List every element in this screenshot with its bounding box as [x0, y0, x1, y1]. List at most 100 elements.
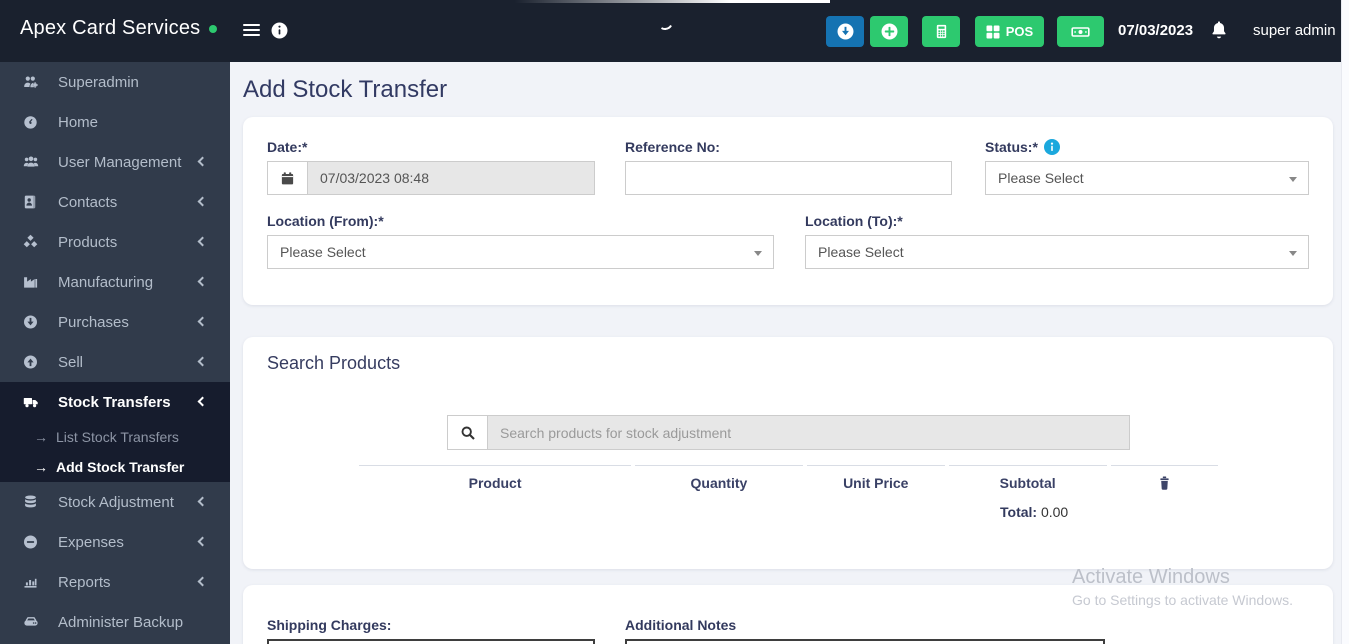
sidebar-item-purchases[interactable]: Purchases	[0, 302, 230, 342]
plus-circle-icon	[881, 23, 897, 40]
calculator-icon	[936, 24, 946, 39]
plus-circle-button[interactable]	[870, 16, 908, 47]
money-button[interactable]	[1057, 16, 1104, 47]
status-select[interactable]: Please Select	[985, 161, 1309, 195]
brand-link[interactable]: Apex Card Services	[20, 17, 218, 40]
user-menu[interactable]: super admin	[1253, 22, 1336, 39]
chevron-down-icon	[754, 251, 762, 256]
page-loading-bar	[0, 0, 830, 3]
sidebar-item-user-management[interactable]: User Management	[0, 142, 230, 182]
database-icon	[22, 494, 44, 510]
total-row: Total: 0.00	[1000, 504, 1068, 520]
sidebar-item-expenses[interactable]: Expenses	[0, 522, 230, 562]
users-icon	[22, 154, 44, 170]
product-search-input[interactable]	[487, 415, 1130, 450]
chevron-left-icon	[197, 396, 208, 407]
pos-button[interactable]: POS	[975, 16, 1044, 47]
address-book-icon	[22, 194, 44, 210]
search-products-card: Search Products Product Quantity Unit Pr…	[243, 337, 1333, 569]
col-header-unit-price: Unit Price	[806, 465, 945, 494]
search-products-heading: Search Products	[267, 353, 401, 373]
location-from-label: Location (From):*	[267, 213, 384, 229]
cubes-icon	[22, 234, 44, 250]
arrow-circle-up-icon	[22, 354, 44, 370]
status-select-value: Please Select	[998, 170, 1084, 186]
loading-spinner	[655, 12, 675, 32]
money-icon	[1071, 26, 1090, 37]
sidebar-item-label: Expenses	[58, 533, 124, 551]
bell-icon[interactable]	[1210, 20, 1228, 44]
brand-title: Apex Card Services	[20, 17, 201, 39]
sidebar-nav: Superadmin Home User Management Contacts…	[0, 62, 230, 644]
arrow-right-icon: →	[34, 459, 48, 475]
col-header-product: Product	[359, 465, 632, 494]
scrollbar[interactable]	[1341, 0, 1349, 644]
sidebar-item-label: Stock Adjustment	[58, 493, 174, 511]
arrow-circle-down-icon	[837, 23, 853, 40]
sidebar-item-administer-backup[interactable]: Administer Backup	[0, 602, 230, 642]
date-input[interactable]	[307, 161, 595, 195]
users-gear-icon	[22, 74, 44, 90]
sidebar-item-label: Purchases	[58, 313, 129, 331]
sidebar-subitem-add-stock-transfer[interactable]: → Add Stock Transfer	[0, 452, 230, 482]
chevron-down-icon	[1289, 177, 1297, 182]
minus-circle-icon	[22, 534, 44, 550]
chevron-left-icon	[197, 536, 208, 547]
sidebar-item-manufacturing[interactable]: Manufacturing	[0, 262, 230, 302]
info-icon[interactable]	[271, 22, 288, 44]
arrow-right-icon: →	[34, 429, 48, 445]
location-from-select[interactable]: Please Select	[267, 235, 774, 269]
truck-icon	[22, 394, 44, 410]
pos-button-label: POS	[1005, 24, 1034, 39]
sidebar-item-label: Reports	[58, 573, 111, 591]
location-to-select[interactable]: Please Select	[805, 235, 1309, 269]
chevron-left-icon	[197, 276, 208, 287]
trash-icon	[1157, 476, 1172, 494]
reference-field	[625, 161, 952, 195]
sidebar-group-stock-transfers: Stock Transfers → List Stock Transfers →…	[0, 382, 230, 482]
chevron-left-icon	[197, 156, 208, 167]
sidebar-item-contacts[interactable]: Contacts	[0, 182, 230, 222]
calendar-icon	[267, 161, 307, 195]
calculator-button[interactable]	[922, 16, 960, 47]
additional-notes-textarea[interactable]	[625, 639, 1105, 644]
shipping-charges-input[interactable]	[267, 639, 595, 644]
sidebar-item-sell[interactable]: Sell	[0, 342, 230, 382]
date-field-group	[267, 161, 595, 195]
chevron-left-icon	[197, 496, 208, 507]
sidebar-item-label: Contacts	[58, 193, 118, 211]
sidebar-item-label: Products	[58, 233, 118, 251]
chevron-left-icon	[197, 316, 208, 327]
sidebar-subitem-list-stock-transfers[interactable]: → List Stock Transfers	[0, 422, 230, 452]
sidebar-item-superadmin[interactable]: Superadmin	[0, 62, 230, 102]
location-to-value: Please Select	[818, 244, 904, 260]
date-label: Date:*	[267, 139, 308, 155]
sidebar-item-label: Home	[58, 113, 99, 131]
menu-icon[interactable]	[243, 24, 260, 39]
status-info-icon[interactable]	[1043, 139, 1060, 158]
sidebar-item-reports[interactable]: Reports	[0, 562, 230, 602]
sidebar-item-home[interactable]: Home	[0, 102, 230, 142]
reference-input[interactable]	[625, 161, 952, 195]
col-header-subtotal: Subtotal	[948, 465, 1107, 494]
shipping-notes-card: Shipping Charges: Additional Notes	[243, 585, 1333, 644]
sidebar-item-products[interactable]: Products	[0, 222, 230, 262]
chevron-left-icon	[197, 196, 208, 207]
chevron-left-icon	[197, 236, 208, 247]
location-from-value: Please Select	[280, 244, 366, 260]
sidebar-item-label: User Management	[58, 153, 182, 171]
sidebar-item-stock-adjustment[interactable]: Stock Adjustment	[0, 482, 230, 522]
sidebar-item-label: Stock Transfers	[58, 393, 171, 411]
status-label: Status:*	[985, 139, 1060, 158]
sidebar-subitem-label: List Stock Transfers	[56, 429, 179, 445]
additional-notes-label: Additional Notes	[625, 617, 737, 633]
arrow-circle-down-button[interactable]	[826, 16, 864, 47]
page-title: Add Stock Transfer	[243, 76, 448, 103]
chevron-down-icon	[1289, 251, 1297, 256]
bar-chart-icon	[22, 574, 44, 590]
chevron-left-icon	[197, 576, 208, 587]
app-root: Apex Card Services POS 07/03/2023 super …	[0, 0, 1349, 644]
sidebar-item-stock-transfers[interactable]: Stock Transfers	[0, 382, 230, 422]
total-value: 0.00	[1040, 504, 1069, 520]
arrow-circle-down-icon	[22, 314, 44, 330]
